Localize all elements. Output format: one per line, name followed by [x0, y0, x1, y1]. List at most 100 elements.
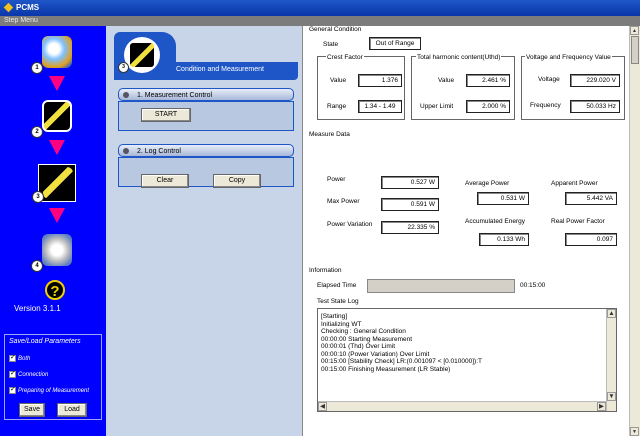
arrow-down-icon: [49, 76, 65, 91]
panel-vertical-scrollbar[interactable]: ▲ ▼: [629, 26, 640, 436]
load-button[interactable]: Load: [57, 403, 87, 417]
power-variation-label: Power Variation: [327, 221, 373, 228]
scroll-up-icon[interactable]: ▲: [630, 26, 639, 35]
save-load-panel: Save/Load Parameters Both Connection Pre…: [4, 334, 102, 420]
scroll-up-icon[interactable]: ▲: [607, 309, 616, 318]
thd-value-field: 2.461 %: [466, 74, 510, 87]
power-field: 0.527 W: [381, 176, 439, 189]
log-line: [Starting]: [321, 313, 348, 320]
step-menu-panel: 1 2 3 4 ? Version 3.1.1 Save/Load Parame…: [0, 26, 106, 436]
scroll-down-icon[interactable]: ▼: [607, 392, 616, 401]
accumulated-energy-label: Accumulated Energy: [465, 218, 525, 225]
frequency-field: 50.033 Hz: [570, 100, 620, 113]
general-condition-title: General Condition: [309, 26, 362, 33]
printer-icon: [42, 234, 72, 266]
measure-data-title: Measure Data: [309, 131, 350, 138]
log-line: Checking : General Condition: [321, 328, 406, 335]
elapsed-progress-bar: [367, 279, 515, 293]
window-title: PCMS: [16, 3, 40, 12]
measurement-control-title: 1. Measurement Control: [137, 92, 213, 99]
control-panel: 3 Condition and Measurement 1. Measureme…: [106, 26, 302, 436]
thd-title: Total harmonic content(Uthd): [416, 54, 502, 61]
vf-title: Voltage and Frequency Value: [525, 54, 612, 61]
log-line: 00:15:00 [Stability Check] LR:(0.001097 …: [321, 358, 482, 365]
elapsed-time-label: Elapsed Time: [317, 282, 357, 289]
save-button[interactable]: Save: [19, 403, 45, 417]
average-power-field: 0.531 W: [477, 192, 529, 205]
state-field: Out of Range: [369, 37, 421, 50]
frequency-label: Frequency: [530, 102, 561, 109]
accumulated-energy-field: 0.133 Wh: [479, 233, 529, 246]
crest-range-label: Range: [327, 103, 347, 110]
voltage-label: Voltage: [538, 76, 560, 83]
option-connection-checkbox[interactable]: Connection: [9, 369, 48, 378]
average-power-label: Average Power: [465, 180, 510, 187]
clear-button[interactable]: Clear: [141, 174, 189, 188]
step-number: 4: [31, 260, 43, 272]
scroll-right-icon[interactable]: ▶: [597, 402, 606, 411]
option-both-checkbox[interactable]: Both: [9, 353, 30, 362]
tab-condition-measurement[interactable]: 3 Condition and Measurement: [114, 32, 302, 80]
step-number: 3: [32, 191, 44, 203]
log-control-title: 2. Log Control: [137, 148, 181, 155]
title-bar: PCMS: [0, 0, 640, 16]
information-title: Information: [309, 267, 342, 274]
scroll-down-icon[interactable]: ▼: [630, 427, 639, 436]
measurement-chart-icon: [124, 37, 160, 73]
scrollbar-thumb[interactable]: [631, 36, 639, 64]
max-power-field: 0.591 W: [381, 198, 439, 211]
log-vertical-scrollbar[interactable]: ▲ ▼: [606, 309, 616, 411]
help-icon[interactable]: ?: [45, 280, 65, 300]
thd-group: Total harmonic content(Uthd) Value 2.461…: [411, 54, 515, 120]
test-state-log-title: Test State Log: [317, 298, 359, 305]
step-2-preparation[interactable]: 2: [31, 98, 76, 138]
voltage-field: 229.020 V: [570, 74, 620, 87]
elapsed-time-value: 00:15:00: [520, 282, 546, 289]
crest-factor-title: Crest Factor: [326, 54, 364, 61]
step-menu-label: Step Menu: [4, 17, 38, 24]
test-state-log[interactable]: [Starting] Initializing WT Checking : Ge…: [317, 308, 617, 412]
data-panel: General Condition State Out of Range Cre…: [302, 26, 640, 436]
thd-limit-label: Upper Limit: [420, 103, 454, 110]
arrow-down-icon: [49, 140, 65, 155]
step-number: 2: [31, 126, 43, 138]
step-number: 1: [31, 62, 43, 74]
step-3-condition-measurement[interactable]: 3: [32, 164, 76, 203]
log-line: 00:00:10 (Power Variation) Over Limit: [321, 350, 430, 358]
option-preparing-checkbox[interactable]: Preparing of Measurement: [9, 385, 89, 394]
state-label: State: [323, 41, 339, 48]
tab-number: 3: [118, 62, 129, 73]
log-line: 00:00:01 (Thd) Over Limit: [321, 343, 396, 350]
version-label: Version 3.1.1: [14, 304, 61, 313]
arrow-down-icon: [49, 208, 65, 223]
crest-range-field: 1.34 - 1.49: [358, 100, 402, 113]
collapse-icon: [123, 92, 129, 98]
copy-button[interactable]: Copy: [213, 174, 261, 188]
step-4-print[interactable]: 4: [31, 232, 76, 272]
max-power-label: Max Power: [327, 198, 360, 205]
collapse-icon: [123, 148, 129, 154]
scroll-left-icon[interactable]: ◀: [318, 402, 327, 411]
measurement-control-header[interactable]: 1. Measurement Control: [118, 88, 294, 101]
log-control-header[interactable]: 2. Log Control: [118, 144, 294, 157]
measurement-chart-icon: [43, 167, 73, 199]
checkbox-checked-icon: [9, 369, 16, 378]
apparent-power-field: 5.442 VA: [565, 192, 617, 205]
crest-value-field: 1.376: [358, 74, 402, 87]
log-line: 00:00:00 Starting Measurement: [321, 335, 413, 343]
log-horizontal-scrollbar[interactable]: ◀ ▶: [318, 401, 606, 411]
thd-limit-field: 2.000 %: [466, 100, 510, 113]
power-label: Power: [327, 176, 346, 183]
connection-icon: [42, 36, 72, 68]
step-1-connection[interactable]: 1: [31, 34, 76, 74]
real-power-factor-field: 0.097: [565, 233, 617, 246]
crest-value-label: Value: [330, 77, 347, 84]
crest-factor-group: Crest Factor Value 1.376 Range 1.34 - 1.…: [317, 54, 405, 120]
apparent-power-label: Apparent Power: [551, 180, 598, 187]
thd-value-label: Value: [438, 77, 455, 84]
real-power-factor-label: Real Power Factor: [551, 218, 605, 225]
power-variation-field: 22.335 %: [381, 221, 439, 234]
start-button[interactable]: START: [141, 108, 191, 122]
tab-title: Condition and Measurement: [176, 66, 264, 73]
log-line: 00:15:00 Finishing Measurement (LR Stabl…: [321, 365, 451, 373]
